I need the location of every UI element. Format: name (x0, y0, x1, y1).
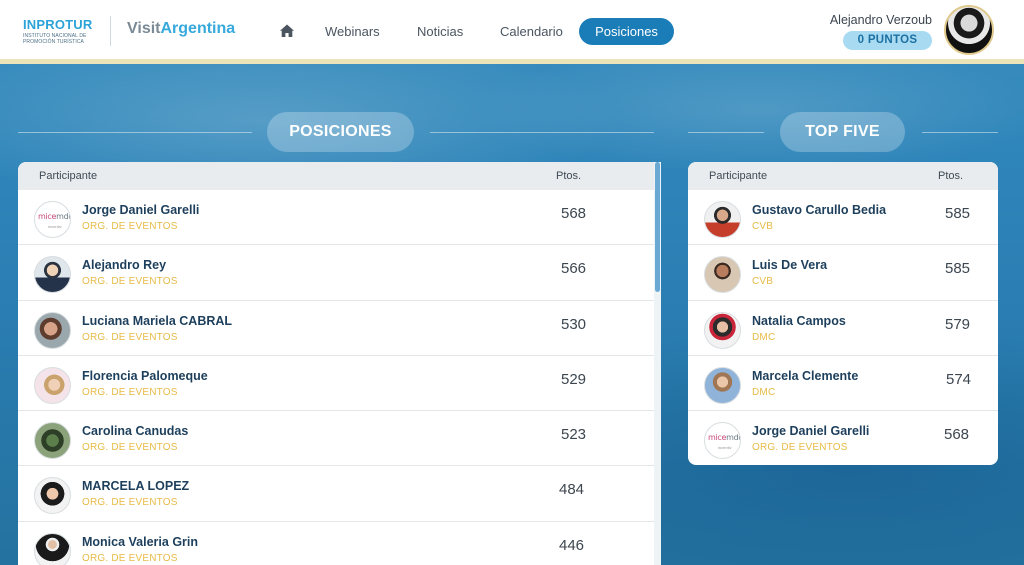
participant-category: DMC (752, 331, 776, 343)
participant-points: 585 (945, 260, 971, 278)
table-row[interactable]: Luis De Vera CVB 585 (688, 245, 998, 301)
participant-category: ORG. DE EVENTOS (82, 497, 178, 509)
visit-logo-prefix: Visit (127, 20, 161, 37)
participant-name: Gustavo Carullo Bedia (752, 203, 887, 217)
participant-column-header: Participante (39, 170, 98, 182)
user-points-badge: 0 PUNTOS (843, 31, 932, 50)
positions-scrollbar-thumb[interactable] (655, 162, 660, 292)
topfive-title-line-right (922, 132, 998, 133)
top-navbar: INPROTUR INSTITUTO NACIONAL DE PROMOCIÓN… (0, 0, 1024, 64)
positions-title-line-left (18, 132, 252, 133)
participant-category: ORG. DE EVENTOS (82, 331, 178, 343)
avatar: micemdq incentiv (704, 422, 741, 460)
inprotur-logo[interactable]: INPROTUR INSTITUTO NACIONAL DE PROMOCIÓN… (23, 17, 93, 45)
table-row[interactable]: micemdq incentiv Jorge Daniel Garelli OR… (18, 190, 654, 246)
participant-category: ORG. DE EVENTOS (752, 442, 848, 454)
participant-points: 579 (945, 315, 971, 333)
participant-points: 585 (945, 205, 971, 222)
participant-category: ORG. DE EVENTOS (82, 276, 178, 288)
user-avatar[interactable] (944, 5, 994, 55)
participant-category: CVB (752, 221, 774, 232)
table-row[interactable]: Carolina Canudas ORG. DE EVENTOS 523 (18, 411, 654, 467)
participant-points: 574 (946, 370, 972, 388)
participant-name: Luis De Vera (752, 258, 828, 273)
visit-logo-suffix: Argentina (160, 20, 236, 37)
mice-logo-tag: incentiv (48, 224, 62, 229)
participant-name: Alejandro Rey (82, 258, 167, 273)
home-icon[interactable] (279, 23, 295, 39)
avatar (34, 256, 71, 294)
table-row[interactable]: Florencia Palomeque ORG. DE EVENTOS 529 (18, 356, 654, 412)
avatar (34, 477, 71, 515)
inprotur-logo-subtitle: INSTITUTO NACIONAL DE PROMOCIÓN TURÍSTIC… (23, 33, 87, 45)
topfive-title-line-left (688, 132, 764, 133)
mice-logo-text: micemdq (38, 212, 70, 221)
participant-name: Carolina Canudas (82, 424, 189, 439)
table-row[interactable]: Monica Valeria Grin ORG. DE EVENTOS 446 (18, 522, 654, 565)
table-row[interactable]: Luciana Mariela CABRAL ORG. DE EVENTOS 5… (18, 301, 654, 356)
avatar (704, 311, 741, 349)
avatar (704, 366, 741, 404)
participant-points: 446 (559, 536, 585, 554)
avatar (34, 532, 71, 565)
participant-name: Monica Valeria Grin (82, 534, 199, 549)
participant-points: 530 (561, 315, 587, 333)
participant-points: 568 (561, 205, 587, 222)
points-column-header: Ptos. (938, 170, 964, 182)
topfive-title: TOP FIVE (780, 112, 905, 152)
nav-noticias[interactable]: Noticias (417, 24, 463, 39)
participant-category: ORG. DE EVENTOS (82, 221, 178, 232)
mice-logo-tag: incentiv (718, 445, 732, 451)
table-row[interactable]: Alejandro Rey ORG. DE EVENTOS 566 (18, 245, 654, 301)
participant-name: Luciana Mariela CABRAL (82, 313, 233, 328)
avatar (34, 366, 71, 404)
participant-points: 484 (559, 481, 585, 499)
nav-posiciones[interactable]: Posiciones (579, 18, 674, 45)
participant-name: Jorge Daniel Garelli (82, 203, 200, 217)
table-row[interactable]: micemdq incentiv Jorge Daniel Garelli OR… (688, 411, 998, 465)
points-column-header: Ptos. (556, 170, 582, 182)
mice-logo-text: micemdq (708, 433, 740, 443)
topfive-table-header: Participante Ptos. (688, 162, 998, 190)
participant-points: 523 (561, 426, 587, 444)
positions-title-line-right (430, 132, 654, 133)
table-row[interactable]: Natalia Campos DMC 579 (688, 301, 998, 356)
participant-category: ORG. DE EVENTOS (82, 386, 178, 398)
participant-name: Marcela Clemente (752, 368, 859, 383)
participant-category: ORG. DE EVENTOS (82, 552, 178, 564)
visit-argentina-logo[interactable]: VisitArgentina (127, 20, 235, 38)
participant-name: Florencia Palomeque (82, 368, 208, 383)
participant-points: 529 (561, 370, 587, 388)
avatar: micemdq incentiv (34, 201, 71, 238)
positions-table-header: Participante Ptos. (18, 162, 654, 190)
participant-category: DMC (752, 386, 776, 398)
participant-points: 568 (944, 426, 970, 444)
participant-category: CVB (752, 276, 774, 288)
participant-name: MARCELA LOPEZ (82, 479, 190, 494)
participant-name: Natalia Campos (752, 313, 846, 328)
nav-calendario[interactable]: Calendario (500, 24, 563, 39)
avatar (704, 256, 741, 294)
participant-category: ORG. DE EVENTOS (82, 442, 178, 454)
participant-name: Jorge Daniel Garelli (752, 424, 870, 439)
avatar (34, 422, 71, 460)
positions-title: POSICIONES (267, 112, 414, 152)
logo-divider (110, 16, 111, 46)
participant-points: 566 (561, 260, 587, 278)
nav-webinars[interactable]: Webinars (325, 24, 380, 39)
table-row[interactable]: MARCELA LOPEZ ORG. DE EVENTOS 484 (18, 466, 654, 522)
avatar (704, 201, 741, 238)
table-row[interactable]: Marcela Clemente DMC 574 (688, 356, 998, 412)
avatar (34, 311, 71, 349)
user-name: Alejandro Verzoub (829, 13, 932, 27)
inprotur-logo-title: INPROTUR (23, 17, 93, 32)
table-row[interactable]: Gustavo Carullo Bedia CVB 585 (688, 190, 998, 246)
positions-table: Participante Ptos. micemdq incentiv Jorg… (18, 162, 654, 565)
participant-column-header: Participante (709, 170, 768, 182)
topfive-table: Participante Ptos. Gustavo Carullo Bedia… (688, 162, 998, 465)
